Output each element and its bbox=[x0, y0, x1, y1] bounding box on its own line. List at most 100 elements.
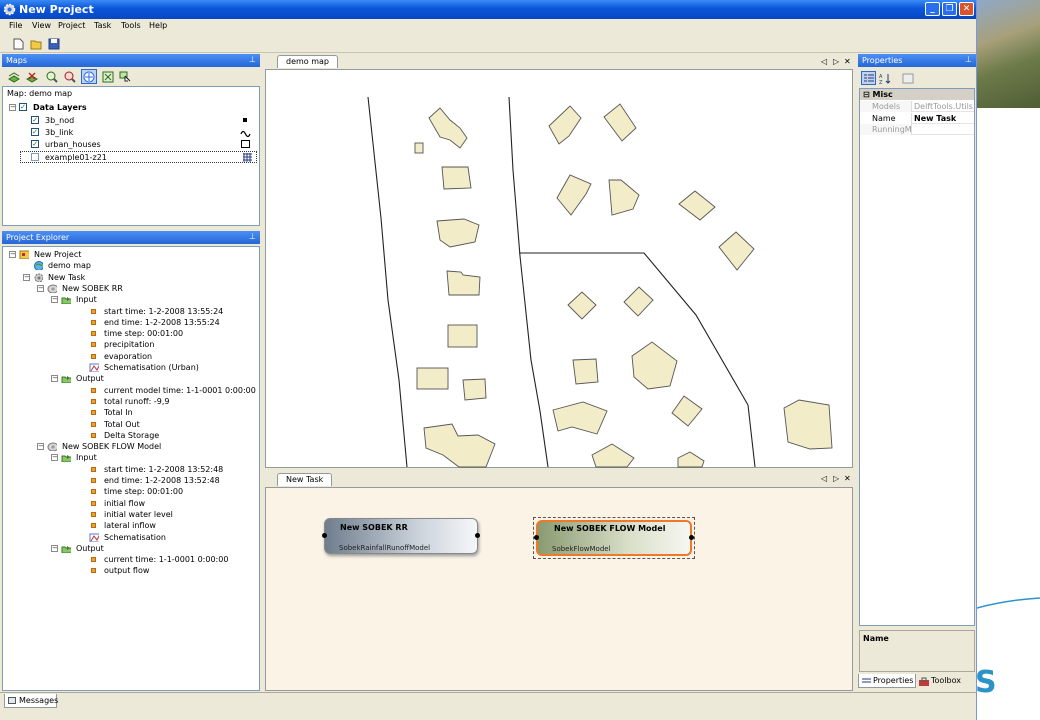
property-category[interactable]: ⊟ Misc bbox=[860, 89, 974, 100]
tree-item[interactable]: current time: 1-1-0001 0:00:00 bbox=[3, 554, 253, 565]
tree-item[interactable]: initial water level bbox=[3, 509, 253, 520]
categorized-button[interactable] bbox=[861, 71, 876, 85]
close-tab-icon[interactable]: ✕ bbox=[844, 57, 851, 66]
restore-button[interactable]: ❐ bbox=[942, 2, 957, 16]
minimize-button[interactable]: _ bbox=[925, 2, 940, 16]
tab-messages[interactable]: Messages bbox=[4, 694, 58, 708]
select-icon[interactable] bbox=[119, 71, 132, 83]
collapse-icon[interactable]: − bbox=[51, 454, 58, 462]
collapse-icon[interactable]: − bbox=[51, 296, 58, 304]
collapse-icon[interactable]: − bbox=[37, 443, 44, 451]
property-value[interactable] bbox=[914, 124, 974, 135]
tab-new-task[interactable]: New Task bbox=[277, 473, 333, 486]
layer-checkbox[interactable]: ✓ bbox=[31, 140, 39, 148]
tree-item[interactable]: total runoff: -9,9 bbox=[3, 396, 253, 407]
tree-item[interactable]: − Output bbox=[3, 373, 253, 384]
tree-item[interactable]: − Input bbox=[3, 452, 253, 463]
tree-item[interactable]: end time: 1-2-2008 13:52:48 bbox=[3, 475, 253, 486]
tab-scroll-left-icon[interactable]: ◁ bbox=[821, 57, 827, 66]
tree-item[interactable]: evaporation bbox=[3, 351, 253, 362]
layer-root[interactable]: − ✓ Data Layers bbox=[9, 102, 249, 113]
menu-project[interactable]: Project bbox=[58, 21, 85, 30]
collapse-icon[interactable]: ⊟ bbox=[863, 90, 870, 99]
property-row[interactable]: RunningMo bbox=[860, 124, 974, 135]
layer-item-3b-link[interactable]: ✓ 3b_link bbox=[9, 127, 253, 138]
layer-item-example01-z21[interactable]: example01-z21 bbox=[20, 151, 257, 163]
layer-item-urban-houses[interactable]: ✓ urban_houses bbox=[9, 139, 253, 150]
tree-item[interactable]: Total In bbox=[3, 407, 253, 418]
map-canvas[interactable] bbox=[265, 69, 853, 468]
tree-item[interactable]: Delta Storage bbox=[3, 430, 253, 441]
pan-tool-button[interactable] bbox=[81, 69, 97, 84]
tree-item[interactable]: − Output bbox=[3, 543, 253, 554]
tree-item[interactable]: time step: 00:01:00 bbox=[3, 328, 253, 339]
save-icon[interactable] bbox=[48, 38, 60, 50]
tab-toolbox[interactable]: Toolbox bbox=[917, 674, 967, 688]
tree-item[interactable]: start time: 1-2-2008 13:52:48 bbox=[3, 464, 253, 475]
property-row[interactable]: ModelsDelftTools.Utils.C bbox=[860, 101, 974, 112]
tab-scroll-right-icon[interactable]: ▷ bbox=[833, 474, 839, 483]
tree-item[interactable]: end time: 1-2-2008 13:55:24 bbox=[3, 317, 253, 328]
layer-checkbox[interactable]: ✓ bbox=[31, 116, 39, 124]
collapse-icon[interactable]: − bbox=[51, 544, 58, 552]
tree-item[interactable]: − New Task bbox=[3, 272, 253, 283]
tree-item[interactable]: output flow bbox=[3, 565, 253, 576]
collapse-icon[interactable]: − bbox=[9, 251, 16, 258]
layer-root-checkbox[interactable]: ✓ bbox=[19, 103, 27, 111]
tab-properties[interactable]: Properties bbox=[858, 674, 916, 688]
tree-item[interactable]: time step: 00:01:00 bbox=[3, 486, 253, 497]
remove-layer-icon[interactable] bbox=[26, 71, 38, 83]
collapse-icon[interactable]: − bbox=[51, 375, 58, 383]
pin-icon[interactable]: ⊥ bbox=[249, 232, 256, 241]
property-row[interactable]: Name New Task bbox=[860, 112, 974, 124]
open-folder-icon[interactable] bbox=[30, 38, 42, 50]
collapse-icon[interactable]: − bbox=[37, 284, 44, 292]
close-tab-icon[interactable]: ✕ bbox=[844, 474, 851, 483]
property-value[interactable]: New Task bbox=[914, 113, 974, 124]
menu-task[interactable]: Task bbox=[94, 21, 111, 30]
input-port[interactable] bbox=[322, 533, 327, 538]
pin-icon[interactable]: ⊥ bbox=[249, 55, 256, 64]
tree-item[interactable]: start time: 1-2-2008 13:55:24 bbox=[3, 306, 253, 317]
tree-item[interactable]: precipitation bbox=[3, 339, 253, 350]
tree-item[interactable]: demo map bbox=[3, 260, 253, 271]
tree-item[interactable]: − New Project bbox=[3, 249, 253, 260]
model-node-sobek-flow[interactable]: New SOBEK FLOW Model SobekFlowModel bbox=[534, 520, 694, 556]
house bbox=[428, 107, 468, 149]
close-window-button[interactable]: ✕ bbox=[959, 2, 974, 16]
tree-item[interactable]: Schematisation (Urban) bbox=[3, 362, 253, 373]
tab-scroll-right-icon[interactable]: ▷ bbox=[833, 57, 839, 66]
menu-file[interactable]: File bbox=[9, 21, 22, 30]
zoom-out-icon[interactable] bbox=[64, 71, 76, 83]
input-port[interactable] bbox=[534, 535, 539, 540]
zoom-extent-icon[interactable] bbox=[102, 71, 114, 83]
menu-help[interactable]: Help bbox=[149, 21, 167, 30]
collapse-icon[interactable]: − bbox=[9, 104, 16, 111]
add-layer-icon[interactable] bbox=[8, 71, 20, 83]
property-pages-icon[interactable] bbox=[902, 73, 914, 84]
tab-demo-map[interactable]: demo map bbox=[277, 55, 339, 68]
property-value[interactable]: DelftTools.Utils.C bbox=[914, 101, 974, 112]
output-port[interactable] bbox=[475, 533, 480, 538]
tree-item[interactable]: − New SOBEK FLOW Model bbox=[3, 441, 253, 452]
tree-item[interactable]: current model time: 1-1-0001 0:00:00 bbox=[3, 385, 256, 396]
layer-checkbox[interactable]: ✓ bbox=[31, 128, 39, 136]
tree-item[interactable]: − Input bbox=[3, 294, 253, 305]
menu-tools[interactable]: Tools bbox=[121, 21, 141, 30]
new-file-icon[interactable] bbox=[12, 38, 24, 50]
tree-item[interactable]: lateral inflow bbox=[3, 520, 253, 531]
tree-item[interactable]: − New SOBEK RR bbox=[3, 283, 253, 294]
collapse-icon[interactable]: − bbox=[23, 273, 30, 281]
zoom-in-icon[interactable] bbox=[46, 71, 58, 83]
pin-icon[interactable]: ⊥ bbox=[965, 55, 972, 64]
layer-checkbox[interactable] bbox=[31, 153, 39, 161]
menu-view[interactable]: View bbox=[32, 21, 51, 30]
model-node-sobek-rr[interactable]: New SOBEK RR SobekRainfallRunoffModel bbox=[322, 518, 480, 554]
sort-alphabetical-icon[interactable]: AZ bbox=[879, 73, 892, 84]
tree-item[interactable]: initial flow bbox=[3, 498, 253, 509]
tab-scroll-left-icon[interactable]: ◁ bbox=[821, 474, 827, 483]
tree-item[interactable]: Schematisation bbox=[3, 532, 253, 543]
layer-item-3b-nod[interactable]: ✓ 3b_nod bbox=[9, 115, 253, 126]
tree-item[interactable]: Total Out bbox=[3, 419, 253, 430]
output-port[interactable] bbox=[689, 535, 694, 540]
